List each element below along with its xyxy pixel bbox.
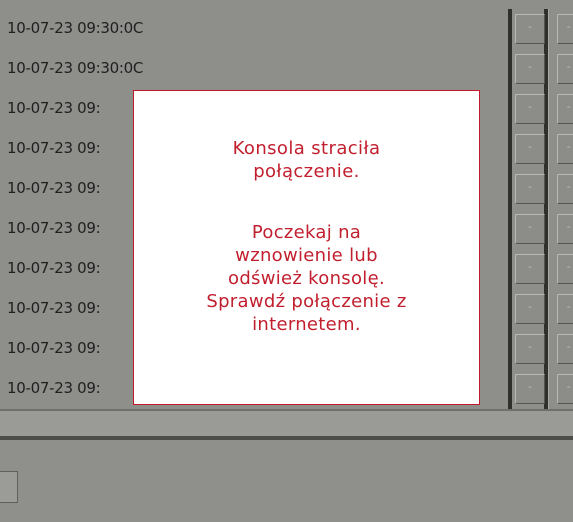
- row-action-button[interactable]: -: [515, 134, 545, 164]
- row-action-button[interactable]: -: [557, 54, 573, 84]
- row-action-button[interactable]: -: [515, 174, 545, 204]
- row-action-button[interactable]: -: [515, 214, 545, 244]
- dialog-title-line: połączenie.: [253, 161, 360, 182]
- dialog-message-line: odśwież konsolę.: [228, 268, 385, 289]
- row-action-button[interactable]: -: [515, 294, 545, 324]
- row-action-button[interactable]: -: [557, 134, 573, 164]
- row-action-button[interactable]: -: [515, 14, 545, 44]
- horizontal-scrollbar[interactable]: [0, 411, 573, 438]
- dialog-message: Poczekaj na wznowienie lub odśwież konso…: [142, 221, 471, 336]
- input-field[interactable]: [0, 471, 18, 503]
- row-action-button[interactable]: -: [557, 254, 573, 284]
- row-action-button[interactable]: -: [515, 254, 545, 284]
- row-action-button[interactable]: -: [515, 94, 545, 124]
- timestamp-cell: 10-07-23 09:30:0C: [7, 59, 144, 77]
- dialog-title-line: Konsola straciła: [232, 138, 381, 159]
- dialog-message-line: Poczekaj na: [251, 222, 362, 243]
- row-action-button[interactable]: -: [515, 54, 545, 84]
- row-action-button[interactable]: -: [557, 214, 573, 244]
- table-row: 10-07-23 09:30:0C - -: [0, 49, 573, 89]
- dialog-message-line: wznowienie lub: [235, 245, 378, 266]
- timestamp-cell: 10-07-23 09:30:0C: [7, 19, 144, 37]
- row-action-button[interactable]: -: [557, 174, 573, 204]
- row-action-button[interactable]: -: [557, 14, 573, 44]
- table-row: 10-07-23 09:30:0C - -: [0, 9, 573, 49]
- row-action-button[interactable]: -: [557, 294, 573, 324]
- row-action-button[interactable]: -: [557, 334, 573, 364]
- row-action-button[interactable]: -: [557, 374, 573, 404]
- dialog-message-line: internetem.: [252, 314, 361, 335]
- bottom-panel: [0, 440, 573, 522]
- dialog-message-line: Sprawdź połączenie z: [206, 291, 407, 312]
- row-action-button[interactable]: -: [515, 334, 545, 364]
- connection-lost-dialog: Konsola straciła połączenie. Poczekaj na…: [133, 90, 480, 405]
- row-action-button[interactable]: -: [557, 94, 573, 124]
- dialog-title: Konsola straciła połączenie.: [144, 137, 469, 183]
- row-action-button[interactable]: -: [515, 374, 545, 404]
